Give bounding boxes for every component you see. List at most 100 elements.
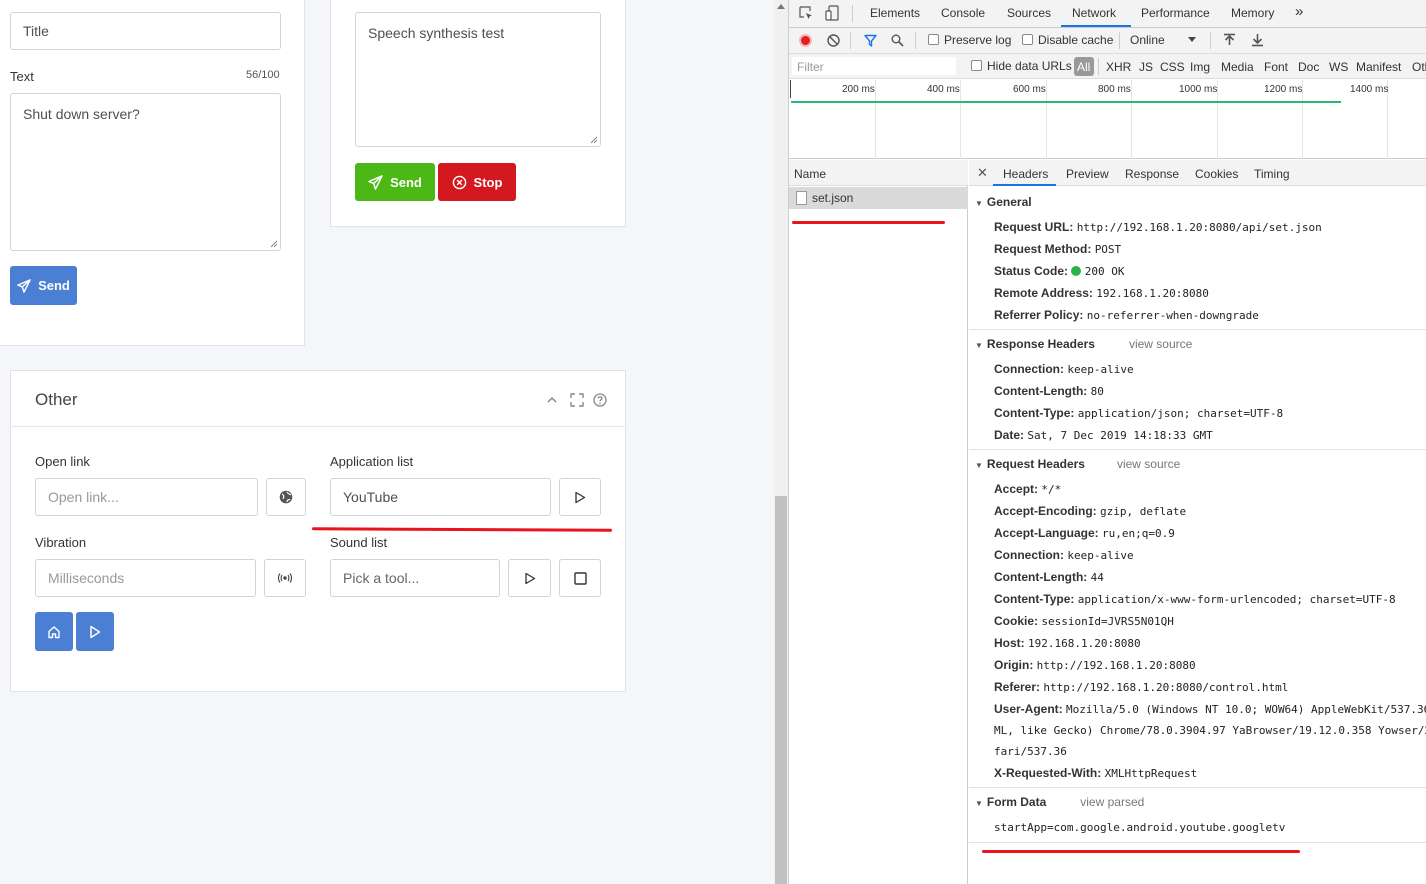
globe-icon xyxy=(279,490,293,504)
user-agent-line: ML, like Gecko) Chrome/78.0.3904.97 YaBr… xyxy=(994,723,1426,744)
scroll-up-arrow[interactable] xyxy=(777,4,785,9)
vibration-button[interactable] xyxy=(264,559,306,597)
header-key: Accept: xyxy=(994,482,1039,496)
search-icon[interactable] xyxy=(891,34,904,47)
record-icon[interactable] xyxy=(799,34,812,47)
speech-stop-button[interactable]: Stop xyxy=(438,163,516,201)
header-key: Content-Type: xyxy=(994,592,1075,606)
throttle-select[interactable]: Online xyxy=(1130,33,1196,47)
filter-type-xhr[interactable]: XHR xyxy=(1106,60,1131,74)
header-value: http://192.168.1.20:8080 xyxy=(1036,659,1196,672)
header-key: Content-Type: xyxy=(994,406,1075,420)
notification-send-button[interactable]: Send xyxy=(10,266,77,305)
speech-textarea[interactable]: Speech synthesis test xyxy=(355,12,601,147)
play-button[interactable] xyxy=(76,612,114,651)
request-headers-title: Request Headers xyxy=(986,457,1085,471)
sound-select[interactable]: Pick a tool... xyxy=(330,559,500,597)
header-value: ML, like Gecko) Chrome/78.0.3904.97 YaBr… xyxy=(994,724,1426,737)
clear-icon[interactable] xyxy=(827,34,840,47)
tab-preview[interactable]: Preview xyxy=(1066,167,1109,181)
filter-divider xyxy=(1098,58,1099,75)
filter-input[interactable]: Filter xyxy=(792,57,956,75)
tab-response[interactable]: Response xyxy=(1125,167,1179,181)
view-parsed-link[interactable]: view parsed xyxy=(1080,795,1144,809)
timeline-tick: 800 ms xyxy=(1098,84,1131,95)
form-data-section-header[interactable]: ▼ Form Data view parsed xyxy=(975,795,1144,809)
request-list: Name set.json xyxy=(789,160,968,884)
detail-tabbar: ✕ Headers Preview Response Cookies Timin… xyxy=(969,160,1426,186)
vibration-label: Vibration xyxy=(35,535,87,550)
header-row: Host: 192.168.1.20:8080 xyxy=(994,636,1141,650)
tab-sources[interactable]: Sources xyxy=(1007,6,1051,20)
more-tabs-button[interactable]: » xyxy=(1295,3,1303,20)
send-icon xyxy=(17,278,31,293)
char-count: 56/100 xyxy=(246,69,280,81)
application-select[interactable]: YouTube xyxy=(330,478,551,516)
sound-stop-button[interactable] xyxy=(559,559,601,597)
tab-memory[interactable]: Memory xyxy=(1231,6,1274,20)
chevron-down-icon xyxy=(1188,37,1196,42)
disable-cache-checkbox[interactable]: Disable cache xyxy=(1022,33,1113,47)
collapse-chevron-icon[interactable] xyxy=(546,395,558,405)
home-button[interactable] xyxy=(35,612,73,651)
header-value: keep-alive xyxy=(1067,549,1134,562)
fullscreen-icon[interactable] xyxy=(570,393,584,407)
scrollbar-thumb[interactable] xyxy=(775,496,787,884)
filter-type-media[interactable]: Media xyxy=(1221,60,1254,74)
import-har-icon[interactable] xyxy=(1223,33,1236,47)
tab-elements[interactable]: Elements xyxy=(870,6,920,20)
tab-performance[interactable]: Performance xyxy=(1141,6,1210,20)
preserve-log-checkbox[interactable]: Preserve log xyxy=(928,33,1011,47)
filter-type-ws[interactable]: WS xyxy=(1329,60,1348,74)
title-input[interactable]: Title xyxy=(10,12,281,50)
open-link-input[interactable]: Open link... xyxy=(35,478,258,516)
tab-console[interactable]: Console xyxy=(941,6,985,20)
filter-type-manifest[interactable]: Manifest xyxy=(1356,60,1401,74)
vibration-input[interactable]: Milliseconds xyxy=(35,559,256,597)
help-icon[interactable] xyxy=(593,393,607,407)
filter-type-other[interactable]: Oth xyxy=(1412,60,1426,74)
timeline-request-bar xyxy=(791,101,1341,103)
header-value: application/x-www-form-urlencoded; chars… xyxy=(1077,593,1396,606)
timeline-tick: 1000 ms xyxy=(1179,84,1218,95)
status-dot-icon xyxy=(1071,266,1082,276)
filter-type-img[interactable]: Img xyxy=(1190,60,1210,74)
device-toolbar-icon[interactable] xyxy=(825,5,840,21)
request-row-set-json[interactable]: set.json xyxy=(789,187,968,209)
filter-type-css[interactable]: CSS xyxy=(1160,60,1185,74)
preserve-log-label: Preserve log xyxy=(944,33,1012,47)
view-source-link[interactable]: view source xyxy=(1117,457,1180,471)
timeline-tick: 1200 ms xyxy=(1264,84,1303,95)
page-scrollbar[interactable] xyxy=(774,0,788,884)
text-textarea[interactable]: Shut down server? xyxy=(10,93,281,251)
filter-type-js[interactable]: JS xyxy=(1139,60,1153,74)
header-row: Origin: http://192.168.1.20:8080 xyxy=(994,658,1196,672)
export-har-icon[interactable] xyxy=(1251,33,1264,47)
response-headers-section-header[interactable]: ▼ Response Headers view source xyxy=(975,337,1192,351)
header-value: http://192.168.1.20:8080/control.html xyxy=(1043,681,1289,694)
general-title: General xyxy=(986,195,1032,209)
tab-cookies[interactable]: Cookies xyxy=(1195,167,1238,181)
close-detail-icon[interactable]: ✕ xyxy=(977,165,988,181)
filter-type-doc[interactable]: Doc xyxy=(1298,60,1319,74)
active-detail-tab-indicator xyxy=(993,184,1056,186)
timeline-tick: 600 ms xyxy=(1013,84,1046,95)
filter-type-font[interactable]: Font xyxy=(1264,60,1288,74)
application-play-button[interactable] xyxy=(559,478,601,516)
request-headers-section-header[interactable]: ▼ Request Headers view source xyxy=(975,457,1180,471)
open-link-button[interactable] xyxy=(266,478,306,516)
name-column-header[interactable]: Name xyxy=(789,160,968,186)
speech-send-button[interactable]: Send xyxy=(355,163,435,201)
header-value: 44 xyxy=(1090,571,1104,584)
timeline-overview[interactable]: 200 ms 400 ms 600 ms 800 ms 1000 ms 1200… xyxy=(789,80,1426,159)
tab-network[interactable]: Network xyxy=(1072,6,1116,20)
view-source-link[interactable]: view source xyxy=(1129,337,1192,351)
tab-timing[interactable]: Timing xyxy=(1254,167,1290,181)
general-section-header[interactable]: ▼ General xyxy=(975,195,1032,209)
tab-headers[interactable]: Headers xyxy=(1003,167,1048,181)
inspect-element-icon[interactable] xyxy=(799,6,814,21)
hide-data-urls-checkbox[interactable]: Hide data URLs xyxy=(971,59,1072,73)
application-list-label: Application list xyxy=(330,454,414,469)
filter-icon[interactable] xyxy=(864,34,877,47)
sound-play-button[interactable] xyxy=(508,559,551,597)
